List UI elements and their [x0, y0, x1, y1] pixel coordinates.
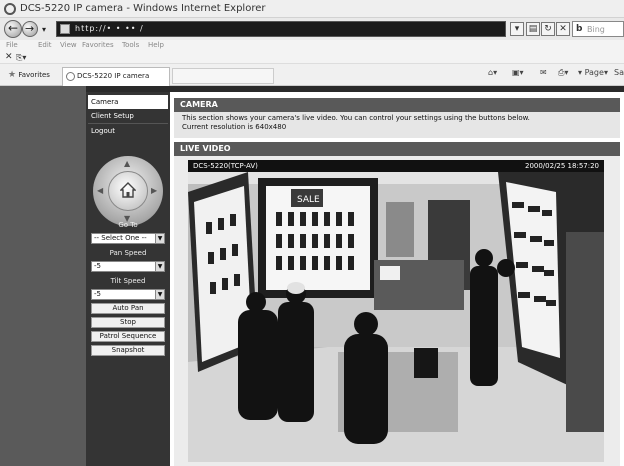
shopper-cap	[287, 282, 305, 294]
favorites-label: Favorites	[18, 71, 50, 79]
sidebar-top-bar	[86, 86, 170, 92]
sidebar: Camera Client Setup Logout ▲ ▼ ◀ ▶ Go To…	[86, 86, 170, 466]
ie-tab-icon	[66, 72, 75, 81]
ptz-left-icon[interactable]: ◀	[97, 186, 103, 195]
ie-logo-icon	[4, 3, 16, 15]
chevron-down-icon: ▼	[155, 262, 164, 271]
tilt-speed-value: -5	[94, 290, 101, 298]
star-icon: ★	[8, 70, 17, 80]
sidebar-item-camera[interactable]: Camera	[88, 95, 168, 109]
resolution-line: Current resolution is 640x480	[182, 123, 287, 131]
menu-file[interactable]: File	[6, 41, 18, 49]
main-top-bar	[170, 86, 624, 92]
stop-icon[interactable]: ✕	[556, 22, 570, 36]
address-bar-row: ▾ http://• • •• / ▾ ▤ ↻ ✕ b Bing	[0, 18, 624, 40]
description-line: This section shows your camera's live vi…	[182, 114, 530, 122]
camera-name-label: DCS-5220(TCP-AV)	[193, 162, 258, 170]
ptz-right-icon[interactable]: ▶	[151, 186, 157, 195]
page-icon	[60, 24, 70, 34]
page-menu-label: Page	[584, 68, 604, 77]
live-video-feed[interactable]: SALE	[188, 172, 604, 462]
favorites-bar: ★ Favorites DCS-5220 IP camera ⌂▾ ▣▾ ✉ ⎙…	[0, 64, 624, 86]
timestamp-label: 2000/02/25 18:57:20	[524, 162, 599, 170]
search-box[interactable]: b Bing	[572, 21, 624, 37]
right-side-shelf	[566, 232, 604, 432]
window-titlebar: DCS-5220 IP camera - Windows Internet Ex…	[0, 0, 624, 18]
address-url[interactable]: http://• • •• /	[75, 24, 144, 33]
chevron-down-icon: ▼	[155, 234, 164, 243]
snapshot-button[interactable]: Snapshot	[91, 345, 165, 356]
convert-icon[interactable]: ⎘▾	[16, 53, 26, 63]
pan-speed-value: -5	[94, 262, 101, 270]
tilt-speed-select[interactable]: -5 ▼	[91, 289, 165, 300]
menu-view[interactable]: View	[60, 41, 77, 49]
compatibility-view-icon[interactable]: ▤	[526, 22, 540, 36]
feeds-icon[interactable]: ▣▾	[512, 68, 524, 77]
window-title: DCS-5220 IP camera - Windows Internet Ex…	[20, 3, 266, 14]
menu-edit[interactable]: Edit	[38, 41, 52, 49]
tilt-speed-label: Tilt Speed	[110, 277, 146, 285]
pan-speed-select[interactable]: -5 ▼	[91, 261, 165, 272]
search-placeholder: Bing	[587, 25, 605, 34]
sidebar-item-client-setup[interactable]: Client Setup	[88, 109, 168, 123]
video-osd-bar: DCS-5220(TCP-AV) 2000/02/25 18:57:20	[188, 160, 604, 172]
menu-help[interactable]: Help	[148, 41, 164, 49]
go-to-value: -- Select One --	[94, 234, 147, 242]
left-shoes	[206, 214, 240, 294]
recent-pages-dropdown[interactable]: ▾	[42, 25, 46, 34]
patrol-sequence-button[interactable]: Patrol Sequence	[91, 331, 165, 342]
ptz-control-pad[interactable]: ▲ ▼ ◀ ▶	[93, 156, 163, 226]
camera-description: This section shows your camera's live vi…	[174, 112, 620, 138]
address-dropdown-icon[interactable]: ▾	[510, 22, 524, 36]
home-icon[interactable]: ⌂▾	[488, 68, 497, 77]
command-row: ✕ ⎘▾	[0, 52, 624, 64]
back-button[interactable]	[4, 20, 22, 38]
page-menu[interactable]: ▾ Page▾	[578, 68, 608, 77]
counter-sign	[380, 266, 400, 280]
forward-button[interactable]	[22, 21, 38, 37]
video-scene: SALE	[188, 172, 604, 462]
tab-title: DCS-5220 IP camera	[77, 72, 150, 80]
new-tab-button[interactable]	[172, 68, 274, 84]
safety-menu[interactable]: Sa	[614, 68, 624, 77]
stop-button[interactable]: Stop	[91, 317, 165, 328]
page-content: Camera Client Setup Logout ▲ ▼ ◀ ▶ Go To…	[0, 86, 624, 466]
menu-tools[interactable]: Tools	[122, 41, 139, 49]
sidebar-item-logout[interactable]: Logout	[88, 124, 168, 138]
go-to-label: Go To	[118, 221, 138, 229]
sale-sign-text: SALE	[297, 195, 320, 205]
censored-item	[414, 348, 438, 378]
left-margin	[0, 86, 86, 466]
ptz-up-icon[interactable]: ▲	[124, 159, 130, 168]
mail-icon[interactable]: ✉	[540, 68, 547, 77]
camera-section-header: CAMERA	[174, 98, 620, 112]
menu-bar: File Edit View Favorites Tools Help	[0, 40, 624, 52]
wall-shelf	[386, 202, 414, 257]
print-icon[interactable]: ⎙▾	[558, 68, 568, 78]
bing-icon: b	[576, 24, 583, 34]
pan-speed-label: Pan Speed	[109, 249, 147, 257]
favorites-button[interactable]: ★ Favorites	[4, 68, 56, 82]
go-to-select[interactable]: -- Select One -- ▼	[91, 233, 165, 244]
chevron-down-icon: ▼	[155, 290, 164, 299]
menu-favorites[interactable]: Favorites	[82, 41, 114, 49]
auto-pan-button[interactable]: Auto Pan	[91, 303, 165, 314]
address-field[interactable]: http://• • •• /	[56, 21, 506, 37]
live-video-header: LIVE VIDEO	[174, 142, 620, 156]
tab-dcs-5220[interactable]: DCS-5220 IP camera	[62, 67, 170, 86]
refresh-icon[interactable]: ↻	[541, 22, 555, 36]
close-icon[interactable]: ✕	[5, 52, 13, 62]
home-icon	[120, 182, 136, 198]
